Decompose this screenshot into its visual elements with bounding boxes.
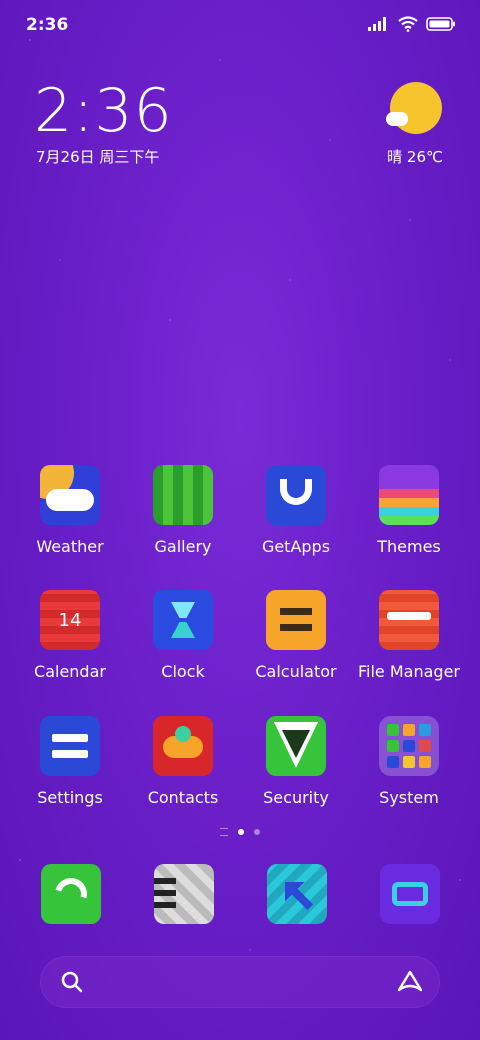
status-icons xyxy=(368,16,456,32)
page-dot-active[interactable] xyxy=(238,829,244,835)
app-label: Clock xyxy=(161,662,205,681)
app-security[interactable]: Security xyxy=(240,716,352,807)
wifi-icon xyxy=(398,16,418,32)
camera-icon xyxy=(392,882,428,906)
app-calculator[interactable]: Calculator xyxy=(240,590,352,681)
app-label: Gallery xyxy=(154,537,212,556)
cloud-icon xyxy=(386,112,408,126)
phone-icon xyxy=(49,872,93,916)
app-label: Themes xyxy=(377,537,441,556)
app-weather[interactable]: Weather xyxy=(14,465,126,556)
gallery-icon xyxy=(153,465,213,525)
dock-camera[interactable] xyxy=(380,864,440,924)
settings-icon xyxy=(40,716,100,776)
search-icon[interactable] xyxy=(60,970,84,994)
clock-widget-date: 7月26日 周三下午 xyxy=(36,148,160,166)
app-file-manager[interactable]: File Manager xyxy=(353,590,465,681)
security-icon xyxy=(266,716,326,776)
dock-messages[interactable] xyxy=(154,864,214,924)
contacts-icon xyxy=(153,716,213,776)
clock-icon xyxy=(153,590,213,650)
page-indicator xyxy=(0,828,480,836)
clock-widget-time[interactable]: 2:36 xyxy=(34,76,173,146)
app-label: Settings xyxy=(37,788,103,807)
app-label: Calendar xyxy=(34,662,106,681)
messages-icon xyxy=(154,878,176,884)
calendar-date: 14 xyxy=(58,610,82,631)
app-label: GetApps xyxy=(261,537,331,556)
page-dot[interactable] xyxy=(254,829,260,835)
app-clock[interactable]: Clock xyxy=(127,590,239,681)
page-indicator-list[interactable] xyxy=(220,828,228,836)
weather-condition-temp: 晴 26℃ xyxy=(387,148,443,166)
dock-browser[interactable] xyxy=(267,864,327,924)
app-label: Security xyxy=(263,788,329,807)
folder-icon xyxy=(379,716,439,776)
app-label: Calculator xyxy=(255,662,337,681)
app-label: Contacts xyxy=(147,788,219,807)
sunny-cloud-icon xyxy=(390,82,442,134)
app-label: System xyxy=(379,788,439,807)
file-manager-icon xyxy=(379,590,439,650)
folder-system[interactable]: System xyxy=(353,716,465,807)
search-bar[interactable] xyxy=(40,956,440,1008)
getapps-icon xyxy=(266,465,326,525)
calculator-icon xyxy=(266,590,326,650)
app-calendar[interactable]: 14 Calendar xyxy=(14,590,126,681)
app-label: File Manager xyxy=(358,662,460,681)
app-themes[interactable]: Themes xyxy=(353,465,465,556)
weather-icon xyxy=(40,465,100,525)
themes-icon xyxy=(379,465,439,525)
app-settings[interactable]: Settings xyxy=(14,716,126,807)
dock-phone[interactable] xyxy=(41,864,101,924)
signal-icon xyxy=(368,17,386,31)
status-time: 2:36 xyxy=(26,15,69,35)
app-getapps[interactable]: GetApps xyxy=(240,465,352,556)
app-gallery[interactable]: Gallery xyxy=(127,465,239,556)
battery-icon xyxy=(426,17,455,31)
calendar-icon: 14 xyxy=(40,590,100,650)
app-contacts[interactable]: Contacts xyxy=(127,716,239,807)
app-label: Weather xyxy=(36,537,104,556)
status-bar: 2:36 xyxy=(0,0,480,50)
browser-icon xyxy=(285,882,313,910)
assistant-icon[interactable] xyxy=(396,970,424,994)
